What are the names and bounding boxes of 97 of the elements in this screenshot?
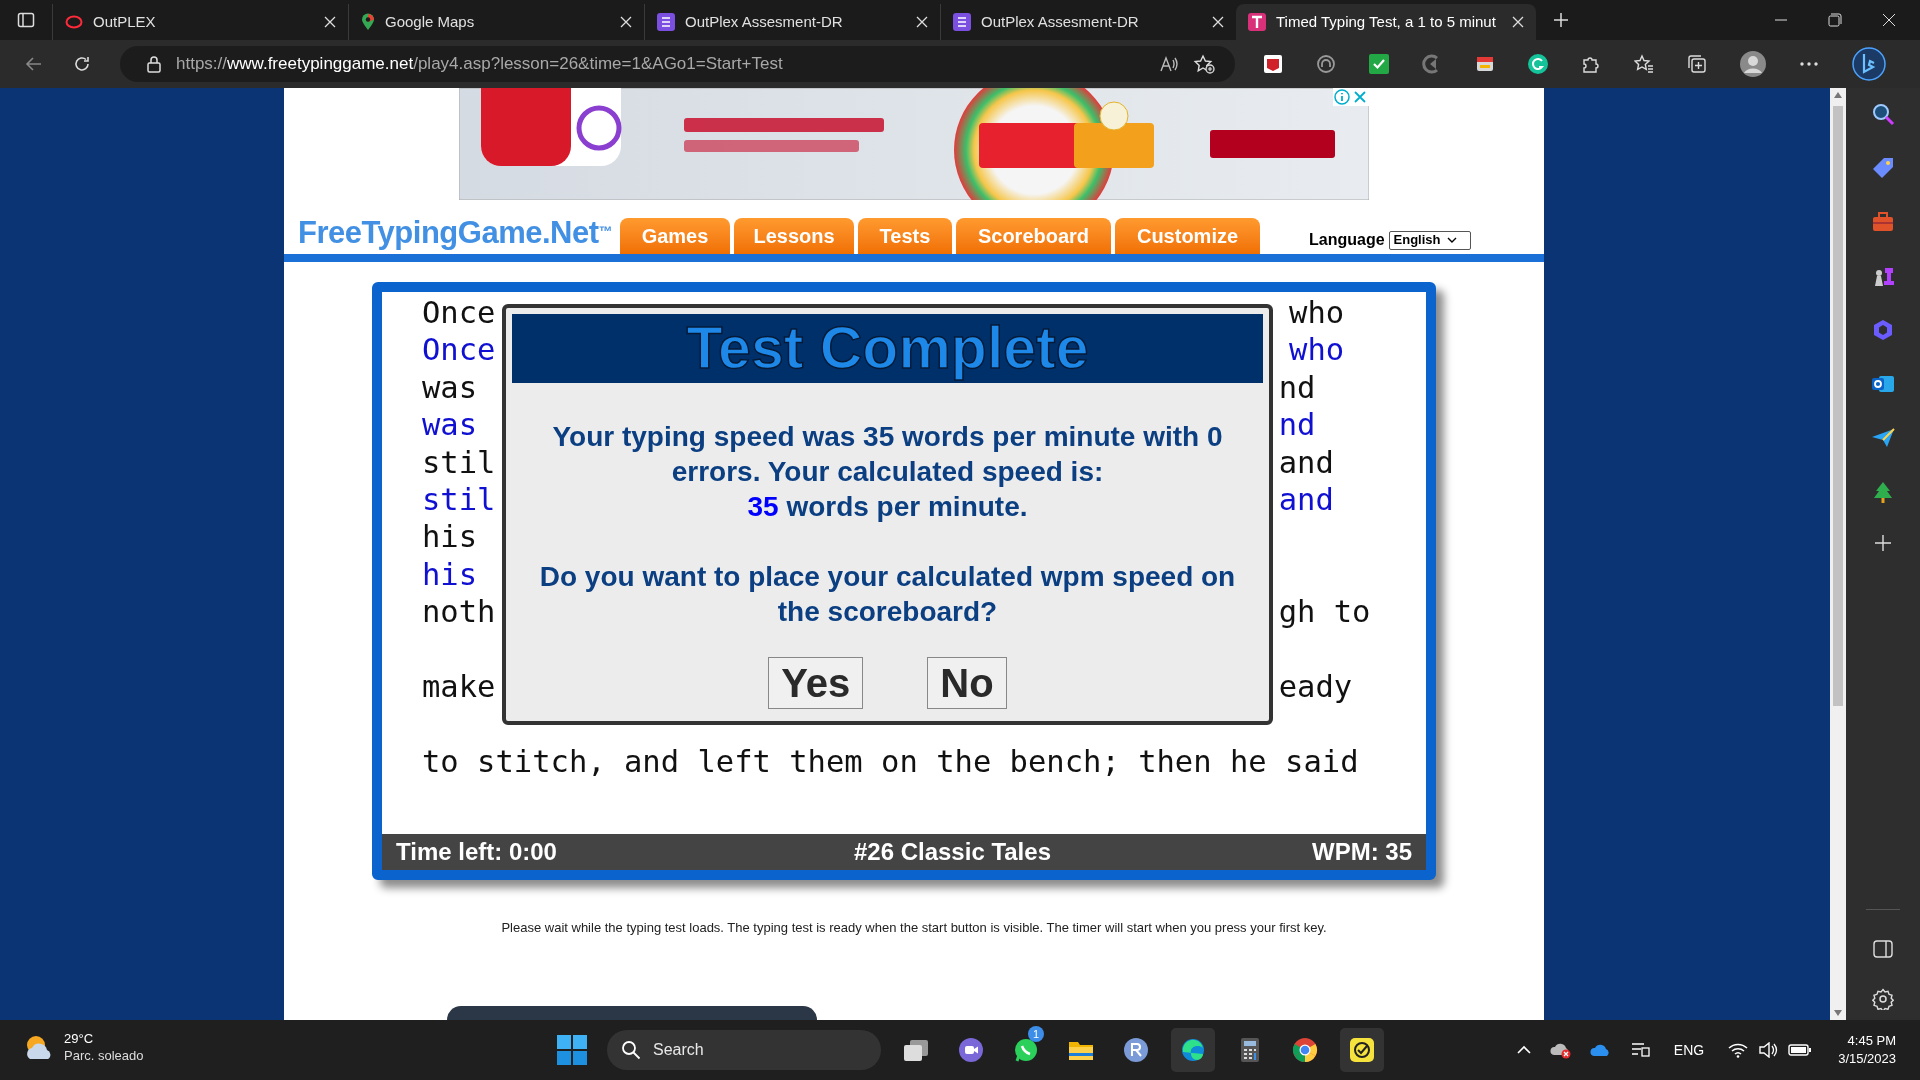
notification-badge: 1 xyxy=(1028,1026,1044,1042)
info-icon[interactable] xyxy=(1333,88,1351,106)
tab-actions-icon[interactable] xyxy=(17,11,35,29)
clock-date[interactable]: 3/15/2023 xyxy=(1838,1050,1896,1068)
close-icon[interactable] xyxy=(324,16,336,28)
passage-text: stil xyxy=(422,443,496,481)
language-indicator[interactable]: ENG xyxy=(1673,1039,1705,1061)
checklist-app-icon[interactable] xyxy=(1340,1028,1384,1072)
map-pin-icon xyxy=(361,13,375,31)
passage-text: and xyxy=(1278,480,1334,519)
battery-icon[interactable] xyxy=(1788,1042,1813,1058)
display-icon[interactable] xyxy=(1629,1041,1650,1059)
search-field[interactable]: Search xyxy=(607,1030,881,1070)
result-message: Your typing speed was 35 words per minute with 0 errors. Your calculated speed is: xyxy=(551,420,1224,489)
sidebar-toggle-icon[interactable] xyxy=(1873,940,1893,958)
checkmark-icon[interactable] xyxy=(1369,54,1389,74)
chevron-up-icon[interactable] xyxy=(1515,1045,1532,1055)
profile-icon[interactable] xyxy=(1740,51,1766,77)
passage-text: was xyxy=(422,406,478,444)
passage-text: noth xyxy=(422,593,496,631)
browser-icon[interactable] xyxy=(1171,1028,1215,1072)
tab-title: Timed Typing Test, a 1 to 5 minut xyxy=(1276,11,1497,32)
extension-icon[interactable] xyxy=(1263,54,1283,74)
scroll-down-icon[interactable] xyxy=(1834,1010,1842,1016)
cloud-icon[interactable] xyxy=(1589,1042,1612,1058)
extension-icon[interactable] xyxy=(1475,54,1495,74)
close-icon[interactable] xyxy=(1212,16,1224,28)
dialog-button[interactable]: No xyxy=(927,657,1007,709)
grammar-icon[interactable] xyxy=(1528,54,1548,74)
scroll-up-icon[interactable] xyxy=(1834,92,1842,98)
clock-time[interactable]: 4:45 PM xyxy=(1847,1032,1896,1050)
passage-text: gh to xyxy=(1278,593,1371,631)
dropdown-caret-icon[interactable] xyxy=(1446,237,1457,243)
restore-icon[interactable] xyxy=(1828,13,1842,27)
search-icon[interactable] xyxy=(1871,102,1895,126)
add-icon[interactable] xyxy=(1874,534,1892,552)
new-tab-icon[interactable] xyxy=(1552,11,1570,29)
scrollbar-thumb[interactable] xyxy=(1833,106,1843,706)
passage-text: his xyxy=(422,518,478,556)
lock-icon[interactable] xyxy=(146,55,162,73)
dialog-title: Test Complete xyxy=(512,314,1263,383)
tab-title: OutPlex Assesment-DR xyxy=(685,11,844,32)
passage-text: to stitch, and left them on the bench; then he said xyxy=(422,742,1359,781)
ring-icon xyxy=(65,15,83,29)
extensions-icon[interactable] xyxy=(1581,54,1601,74)
tab-title: Google Maps xyxy=(385,11,476,32)
passage-text: his xyxy=(422,555,478,594)
headphones-icon[interactable] xyxy=(1316,54,1336,74)
wpm-label: WPM: 35 xyxy=(1312,837,1412,867)
passage-text: eady xyxy=(1278,667,1353,706)
passage-text: who xyxy=(1289,331,1345,369)
passage-text: Once xyxy=(422,331,496,369)
form-icon xyxy=(657,13,675,31)
calculated-speed: 35 words per minute. xyxy=(747,490,1028,524)
volume-icon[interactable] xyxy=(1758,1042,1779,1058)
dialog-button[interactable]: Yes xyxy=(768,657,864,709)
scoreboard-question: Do you want to place your calculated wpm speed on the scoreboard? xyxy=(538,560,1237,629)
passage-text: and xyxy=(1278,443,1334,481)
passage-text: who xyxy=(1289,294,1345,332)
cloud-error-icon[interactable] xyxy=(1549,1041,1572,1059)
address-bar[interactable]: https://www.freetypinggame.net/play4.asp?lesson=26&time=1&AGo1=Start+Test xyxy=(120,46,1235,82)
url-text: https://www.freetypinggame.net/play4.asp?lesson=26&time=1&AGo1=Start+Test xyxy=(176,53,783,76)
time-left-label: Time left: 0:00 xyxy=(396,837,557,867)
passage-text: was xyxy=(422,368,478,407)
close-icon[interactable] xyxy=(1512,16,1524,28)
reload-icon[interactable] xyxy=(72,54,92,74)
tab-title: OutPLEX xyxy=(93,11,157,32)
wifi-icon[interactable] xyxy=(1728,1042,1749,1058)
site-logo[interactable]: FreeTypingGame.Net$^{™}$ xyxy=(298,209,612,256)
close-icon[interactable] xyxy=(620,16,632,28)
weather-text: Parc. soleado xyxy=(64,1047,144,1064)
passage-text: Once xyxy=(422,294,496,332)
add-favorite-icon[interactable] xyxy=(1193,54,1215,74)
site-icon xyxy=(1248,13,1266,31)
language-label: Language xyxy=(1309,230,1385,250)
browser-tab[interactable]: Timed Typing Test, a 1 to 5 minut xyxy=(1236,4,1536,40)
passage-text: nd xyxy=(1278,368,1316,407)
close-icon[interactable] xyxy=(1882,13,1896,27)
passage-text: make xyxy=(422,667,496,706)
collections-icon[interactable] xyxy=(1687,54,1707,74)
lesson-title: #26 Classic Tales xyxy=(853,837,1051,867)
temperature-text: 29°C xyxy=(64,1030,95,1047)
tag-icon[interactable] xyxy=(1871,156,1895,180)
search-icon xyxy=(621,1040,641,1060)
tab-title: OutPlex Assesment-DR xyxy=(981,11,1140,32)
settings-icon[interactable] xyxy=(1872,988,1894,1010)
favorites-icon[interactable] xyxy=(1634,54,1654,74)
language-select[interactable]: English xyxy=(1388,230,1471,250)
close-icon[interactable] xyxy=(916,16,928,28)
loading-notice: Please wait while the typing test loads. The typing test is ready when the start button is visible. The timer will start when you press your first key. xyxy=(500,919,1328,937)
read-aloud-icon[interactable] xyxy=(1159,55,1179,73)
passage-text: stil xyxy=(422,480,496,519)
passage-text: nd xyxy=(1278,406,1316,444)
toolbox-icon[interactable] xyxy=(1871,210,1895,234)
tree-icon[interactable] xyxy=(1871,480,1895,504)
form-icon xyxy=(953,13,971,31)
more-icon[interactable] xyxy=(1799,61,1819,67)
